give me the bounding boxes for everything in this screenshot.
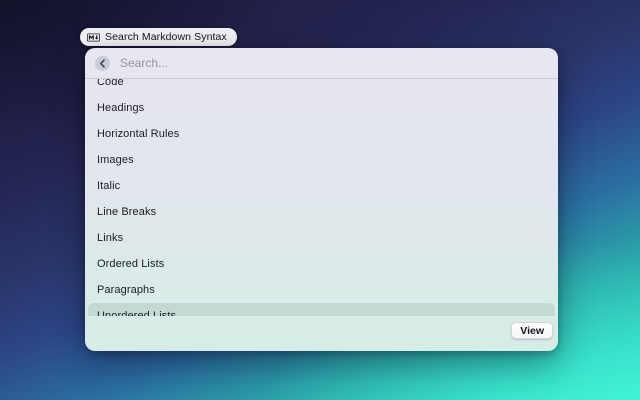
list-item-links[interactable]: Links	[88, 225, 555, 251]
search-input[interactable]	[120, 56, 558, 70]
list-item-italic[interactable]: Italic	[88, 173, 555, 199]
list-item-images[interactable]: Images	[88, 147, 555, 173]
view-button[interactable]: View	[511, 322, 553, 339]
launcher-pill[interactable]: Search Markdown Syntax	[80, 28, 237, 46]
list-item-headings[interactable]: Headings	[88, 95, 555, 121]
list-item-ordered-lists[interactable]: Ordered Lists	[88, 251, 555, 277]
back-button[interactable]	[95, 56, 110, 71]
chevron-left-icon	[99, 59, 106, 68]
list-item-horizontal-rules[interactable]: Horizontal Rules	[88, 121, 555, 147]
list-item-line-breaks[interactable]: Line Breaks	[88, 199, 555, 225]
syntax-list: CodeHeadingsHorizontal RulesImagesItalic…	[85, 79, 558, 316]
search-header	[85, 48, 558, 79]
markdown-icon	[87, 33, 100, 42]
launcher-pill-label: Search Markdown Syntax	[105, 31, 227, 43]
search-palette-window: CodeHeadingsHorizontal RulesImagesItalic…	[85, 48, 558, 351]
window-footer: View	[85, 316, 558, 351]
desktop-background: Search Markdown Syntax CodeHeadingsHoriz…	[0, 0, 640, 400]
list-item-code[interactable]: Code	[88, 79, 555, 95]
list-item-paragraphs[interactable]: Paragraphs	[88, 277, 555, 303]
list-item-unordered-lists[interactable]: Unordered Lists	[88, 303, 555, 316]
